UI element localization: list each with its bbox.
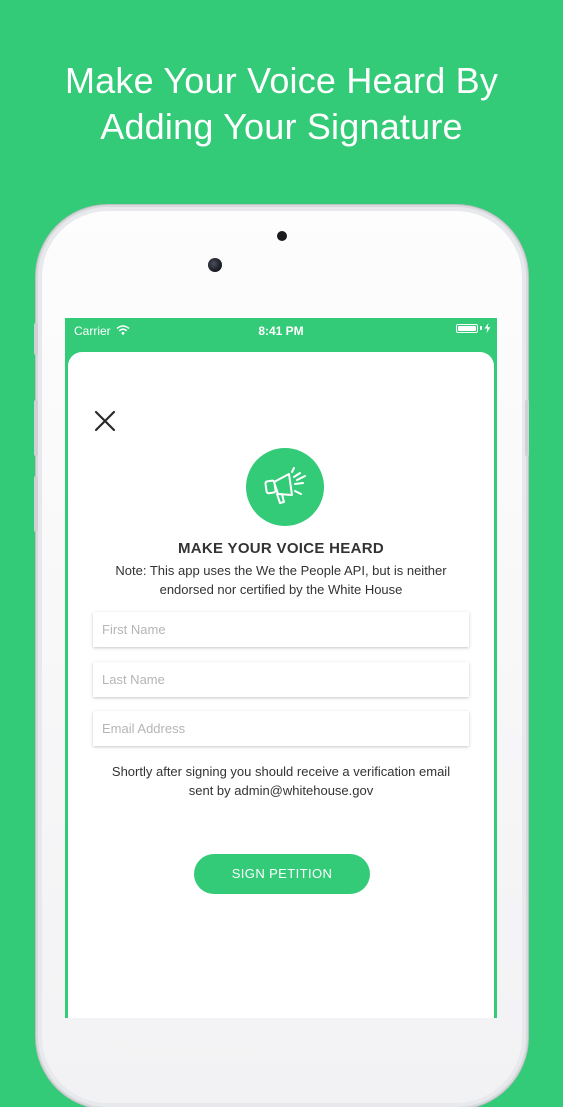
- note-line-1: Note: This app uses the We the People AP…: [115, 563, 447, 578]
- email-address-input[interactable]: [93, 711, 469, 746]
- battery-icon: [456, 323, 491, 333]
- phone-sensor-dot: [277, 231, 287, 241]
- note-line-2: endorsed nor certified by the White Hous…: [159, 582, 403, 597]
- phone-mute-switch: [34, 323, 38, 355]
- promo-headline: Make Your Voice Heard By Adding Your Sig…: [0, 58, 563, 150]
- phone-screen: Carrier 8:41 PM MAKE YOUR VOICE HEARD No…: [65, 318, 497, 1018]
- megaphone-icon: [246, 448, 324, 526]
- verification-info: Shortly after signing you should receive…: [88, 762, 474, 800]
- api-disclaimer-note: Note: This app uses the We the People AP…: [88, 561, 474, 599]
- phone-volume-down: [34, 476, 38, 532]
- info-line-2: sent by admin@whitehouse.gov: [188, 783, 374, 798]
- phone-camera: [208, 258, 222, 272]
- first-name-input[interactable]: [93, 612, 469, 647]
- info-line-1: Shortly after signing you should receive…: [111, 764, 451, 779]
- phone-volume-up: [34, 400, 38, 456]
- status-time: 8:41 PM: [258, 324, 304, 338]
- status-bar: Carrier 8:41 PM: [65, 318, 497, 342]
- close-icon[interactable]: [92, 408, 118, 434]
- promo-headline-line2: Adding Your Signature: [100, 106, 463, 147]
- charging-bolt-icon: [484, 323, 491, 333]
- sign-petition-button[interactable]: SIGN PETITION: [194, 854, 370, 894]
- phone-power-button: [525, 400, 529, 456]
- sign-petition-card: MAKE YOUR VOICE HEARD Note: This app use…: [68, 352, 494, 1018]
- card-title: MAKE YOUR VOICE HEARD: [177, 540, 385, 557]
- last-name-input[interactable]: [93, 662, 469, 697]
- promo-headline-line1: Make Your Voice Heard By: [64, 60, 499, 101]
